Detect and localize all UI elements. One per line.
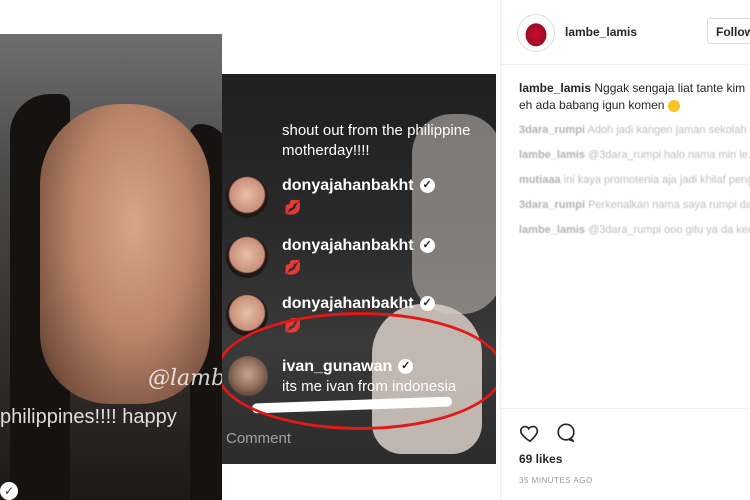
live-comment-text: shout out from the philippine <box>282 122 471 139</box>
lips-icon: 💋 <box>284 199 302 215</box>
verified-icon: ✓ <box>419 178 435 194</box>
comment-list: 3dara_rumpi Adoh jadi kangen jaman sekol… <box>519 122 750 247</box>
post-caption: lambe_lamis Nggak sengaja liat tante kim… <box>519 80 750 114</box>
avatar[interactable] <box>517 14 555 52</box>
like-count[interactable]: 69 likes <box>519 452 562 466</box>
divider <box>501 408 750 409</box>
verified-icon: ✓ <box>419 238 435 254</box>
post-media[interactable]: @lambe_lamis philippines!!!! happy ✓ sho… <box>0 0 500 500</box>
list-item: lambe_lamis @3dara_rumpi ooo gitu ya da … <box>519 224 750 236</box>
lips-icon: 💋 <box>284 259 302 275</box>
verified-icon: ✓ <box>419 296 435 312</box>
live-comment-user: donyajahanbakht ✓ <box>282 237 435 255</box>
caption-username[interactable]: lambe_lamis <box>519 81 591 95</box>
live-comments-screenshot: shout out from the philippine motherday!… <box>222 74 496 464</box>
comment-icon[interactable] <box>555 422 577 444</box>
post-timestamp: 35 MINUTES AGO <box>519 476 593 485</box>
list-item: lambe_lamis @3dara_rumpi halo nama min l… <box>519 149 750 161</box>
live-comment-user: donyajahanbakht ✓ <box>282 177 435 195</box>
watermark: @lambe_lamis <box>148 366 222 391</box>
commenter-avatar <box>226 176 268 218</box>
list-item: mutiaaa ini kaya promotenia aja jadi khi… <box>519 174 750 186</box>
verified-icon: ✓ <box>0 482 18 500</box>
list-item: 3dara_rumpi Adoh jadi kangen jaman sekol… <box>519 124 750 136</box>
heart-icon[interactable] <box>519 422 541 444</box>
red-highlight-circle <box>222 312 496 430</box>
face-shape <box>40 104 210 404</box>
live-comment-user: donyajahanbakht ✓ <box>282 295 435 313</box>
live-comment-text: motherday!!!! <box>282 142 370 159</box>
commenter-avatar <box>226 236 268 278</box>
smile-emoji-icon <box>667 99 680 112</box>
post-header: lambe_lamis Follow <box>501 0 750 65</box>
comment-input-label: Comment <box>226 430 292 447</box>
post-sidebar: lambe_lamis Follow lambe_lamis Nggak sen… <box>500 0 750 500</box>
arm-shape <box>412 114 496 314</box>
live-video-kim: @lambe_lamis philippines!!!! happy ✓ <box>0 34 222 500</box>
list-item: 3dara_rumpi Perkenalkan nama saya rumpi … <box>519 199 750 211</box>
follow-button[interactable]: Follow <box>707 18 750 44</box>
video-caption: philippines!!!! happy <box>0 406 177 428</box>
header-username[interactable]: lambe_lamis <box>565 25 637 39</box>
